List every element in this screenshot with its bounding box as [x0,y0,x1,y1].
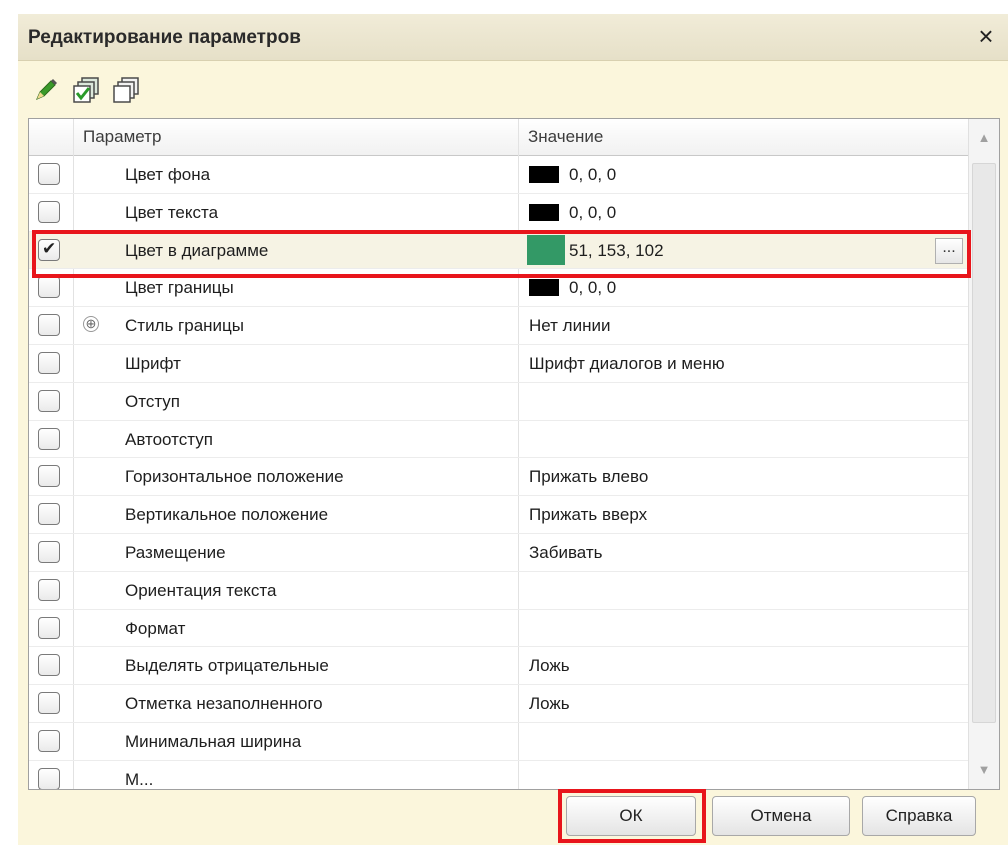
param-value: Забивать [529,542,603,562]
row-checkbox[interactable] [38,314,60,337]
row-checkbox[interactable] [38,465,60,488]
row-checkbox[interactable] [38,616,60,639]
row-checkbox[interactable] [38,654,60,677]
color-swatch [527,234,565,265]
row-checkbox[interactable] [38,238,60,261]
param-name: Цвет в диаграмме [125,240,269,260]
table-row[interactable]: Выделять отрицательные Ложь [29,647,968,686]
row-checkbox[interactable] [38,427,60,450]
param-value: 0, 0, 0 [569,278,617,298]
row-checkbox[interactable] [38,389,60,412]
table-row[interactable]: Цвет фона 0, 0, 0 [29,156,968,194]
table-row[interactable]: Отметка незаполненного Ложь [29,685,968,723]
color-swatch [529,203,559,221]
param-value: Ложь [529,656,570,676]
param-name: Ориентация текста [125,580,277,600]
table-row[interactable]: Цвет текста 0, 0, 0 [29,194,968,232]
row-checkbox[interactable] [38,163,60,185]
color-swatch [529,279,559,297]
param-name: Шрифт [125,353,181,373]
param-value: 0, 0, 0 [569,202,617,222]
row-checkbox[interactable] [38,767,60,789]
param-name: Стиль границы [125,316,245,336]
row-checkbox[interactable] [38,540,60,563]
scroll-down-icon[interactable]: ▼ [973,759,995,781]
dialog-title: Редактирование параметров [28,27,301,48]
title-bar: Редактирование параметров × [18,14,1008,61]
param-value[interactable]: 51, 153, 102 [569,232,664,269]
scroll-up-icon[interactable]: ▲ [973,127,995,149]
color-swatch [529,166,559,183]
table-row[interactable]: Минимальная ширина [29,723,968,761]
table-row[interactable]: Цвет в диаграмме 51, 153, 102... [29,231,968,270]
param-name: Отметка незаполненного [125,694,323,714]
table-row[interactable]: Формат [29,610,968,648]
param-name: Горизонтальное положение [125,467,344,487]
row-checkbox[interactable] [38,729,60,752]
check-all-icon[interactable] [72,76,102,106]
uncheck-all-icon[interactable] [112,76,142,106]
row-checkbox[interactable] [38,578,60,601]
row-checkbox[interactable] [38,276,60,299]
row-checkbox[interactable] [38,200,60,223]
param-name: Отступ [125,391,181,411]
expand-icon[interactable]: ⊕ [83,316,99,333]
column-header-value[interactable]: Значение [518,119,968,155]
table-row[interactable]: Автоотступ [29,421,968,459]
help-button[interactable]: Справка [862,796,976,836]
row-checkbox[interactable] [38,692,60,715]
parameters-table: Параметр Значение Цвет фона 0, 0, 0 Цвет т… [28,118,1000,790]
table-row[interactable]: Ориентация текста [29,572,968,610]
table-row[interactable]: Шрифт Шрифт диалогов и меню [29,345,968,383]
table-row[interactable]: ⊕ Стиль границы Нет линии [29,307,968,345]
table-row[interactable]: Вертикальное положение Прижать вверх [29,496,968,534]
param-name: Цвет границы [125,278,234,298]
param-name: М... [125,769,154,789]
param-name: Минимальная ширина [125,731,302,751]
param-name: Цвет текста [125,202,219,222]
close-icon[interactable]: × [970,20,1002,52]
param-name: Размещение [125,542,226,562]
row-checkbox[interactable] [38,351,60,374]
pencil-icon[interactable] [32,76,62,106]
table-row[interactable]: Размещение Забивать [29,534,968,572]
table-body: Цвет фона 0, 0, 0 Цвет текста 0, 0, 0 Цвет в… [29,156,968,789]
row-checkbox[interactable] [38,503,60,526]
ok-button[interactable]: ОК [566,796,696,836]
param-name: Выделять отрицательные [125,656,329,676]
table-header: Параметр Значение [29,119,968,156]
table-row[interactable]: Горизонтальное положение Прижать влево [29,458,968,497]
param-name: Цвет фона [125,165,211,184]
param-value: Ложь [529,694,570,714]
table-row[interactable]: Цвет границы 0, 0, 0 [29,269,968,308]
vertical-scrollbar[interactable]: ▲ ▼ [968,119,999,789]
param-value: Нет линии [529,316,611,336]
cancel-button[interactable]: Отмена [712,796,850,836]
param-name: Формат [125,618,186,638]
table-row[interactable]: Отступ [29,383,968,421]
scrollbar-thumb[interactable] [972,163,996,723]
select-color-button[interactable]: ... [935,237,963,264]
param-value: 0, 0, 0 [569,165,617,184]
column-header-param[interactable]: Параметр [73,119,518,155]
param-name: Вертикальное положение [125,505,329,525]
param-name: Автоотступ [125,429,213,449]
param-value: Прижать вверх [529,505,648,525]
param-value: Шрифт диалогов и меню [529,353,725,373]
param-value: Прижать влево [529,467,649,487]
edit-parameters-dialog: Редактирование параметров × Параметр Зна… [18,14,1008,845]
table-row[interactable]: М... [29,761,968,789]
